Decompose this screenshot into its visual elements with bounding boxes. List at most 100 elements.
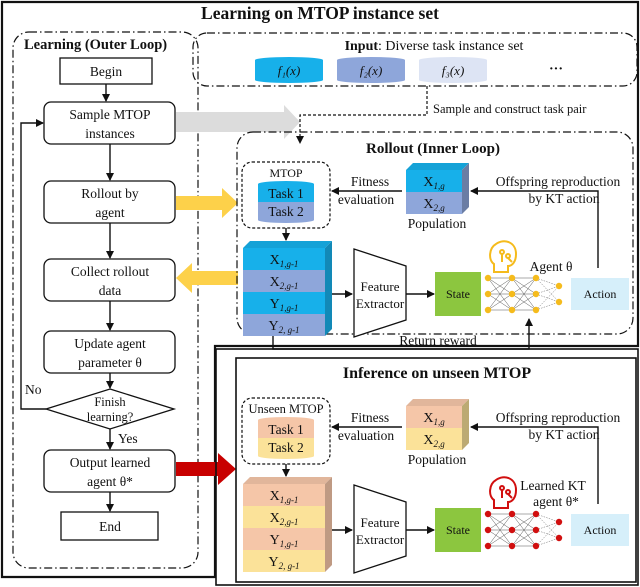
svg-text:Task 1: Task 1 — [268, 422, 303, 437]
no-loop-arrow — [20, 119, 46, 410]
network-node — [532, 542, 540, 550]
sample-note: Sample and construct task pair — [433, 102, 587, 116]
svg-text:f₁(x): f₁(x) — [278, 63, 301, 78]
task-instance-3: f₃(x) — [419, 57, 487, 83]
network-node — [484, 510, 492, 518]
svg-text:Task 2: Task 2 — [268, 204, 303, 219]
agent-network — [484, 274, 563, 314]
svg-text:Finish: Finish — [94, 395, 126, 409]
svg-text:Extractor: Extractor — [356, 296, 405, 311]
fitness-label: evaluation — [338, 192, 394, 207]
network-node — [484, 290, 492, 298]
svg-text:instances: instances — [85, 126, 135, 141]
svg-text:parameter θ: parameter θ — [78, 355, 142, 370]
svg-text:f₂(x): f₂(x) — [360, 63, 383, 78]
input-ellipsis: ··· — [549, 62, 563, 77]
svg-text:learning?: learning? — [87, 410, 134, 424]
svg-text:Task 1: Task 1 — [268, 186, 303, 201]
svg-text:Sample MTOP: Sample MTOP — [69, 107, 150, 122]
population-cube: X1,gX2,g — [406, 399, 469, 450]
reward-label: Return reward — [399, 333, 477, 348]
offspring-label: by KT action — [529, 191, 600, 206]
network-node — [484, 526, 492, 534]
fitness-label: Fitness — [351, 410, 389, 425]
solution-stack: X1,g-1X2,g-1Y1,g-1Y2, g-1 — [243, 477, 332, 572]
flow-decision: Finish learning? — [43, 388, 177, 430]
outer-loop-title: Learning (Outer Loop) — [24, 37, 167, 53]
agent-network — [484, 510, 563, 550]
gray-arrow — [176, 105, 300, 139]
fitness-label: Fitness — [351, 174, 389, 189]
offspring-label: by KT action — [529, 427, 600, 442]
population-label: Population — [408, 452, 467, 467]
svg-text:Update agent: Update agent — [74, 336, 146, 351]
flow-output: Output learned agent θ* — [43, 449, 176, 493]
network-node — [555, 298, 563, 306]
network-node — [555, 518, 563, 526]
inference-title: Inference on unseen MTOP — [343, 365, 532, 382]
population-label: Population — [408, 216, 467, 231]
svg-text:State: State — [446, 287, 470, 301]
network-node — [532, 526, 540, 534]
flow-end: End — [60, 511, 159, 541]
ai-head-icon — [489, 476, 518, 509]
task-instance-2: f₂(x) — [337, 57, 405, 83]
no-label: No — [25, 382, 42, 397]
svg-text:agent θ*: agent θ* — [87, 474, 133, 489]
yes-label: Yes — [118, 431, 138, 446]
offspring-label: Offspring reproduction — [496, 410, 621, 425]
fitness-label: evaluation — [338, 428, 394, 443]
svg-text:Action: Action — [584, 287, 617, 301]
flow-begin: Begin — [59, 57, 153, 85]
network-node — [508, 510, 516, 518]
svg-text:f₃(x): f₃(x) — [442, 63, 465, 78]
network-node — [508, 542, 516, 550]
inference-content: Unseen MTOP Task 1 Task 2 Fitness evaluation… — [241, 397, 629, 574]
svg-text:Collect rollout: Collect rollout — [71, 264, 150, 279]
network-node — [532, 306, 540, 314]
sample-dashed-arrow — [296, 86, 428, 144]
agent-label: Agent θ — [530, 259, 573, 274]
network-node — [484, 306, 492, 314]
svg-text:Begin: Begin — [90, 64, 122, 79]
flow-rollout: Rollout by agent — [43, 180, 176, 224]
population-cube: X1,gX2,g — [406, 163, 469, 214]
flow-sample: Sample MTOP instances — [43, 101, 176, 145]
svg-text:Feature: Feature — [361, 515, 400, 530]
network-node — [508, 274, 516, 282]
ai-head-icon — [489, 240, 518, 273]
svg-text:data: data — [99, 283, 122, 298]
flow-update: Update agent parameter θ — [43, 330, 176, 374]
task-instance-1: f₁(x) — [255, 57, 323, 83]
network-node — [532, 290, 540, 298]
rollout-content: MTOP Task 1 Task 2 Fitness evaluation X1,gX2,… — [241, 161, 629, 350]
rollout-title: Rollout (Inner Loop) — [366, 141, 500, 157]
network-node — [484, 542, 492, 550]
flow-collect: Collect rollout data — [43, 258, 176, 302]
offspring-label: Offspring reproduction — [496, 174, 621, 189]
yellow-arrow-right — [176, 188, 238, 218]
svg-text:Action: Action — [584, 523, 617, 537]
yellow-arrow-left — [176, 263, 238, 293]
network-node — [484, 274, 492, 282]
task-pair-cylinder: Task 1 Task 2 — [258, 181, 314, 223]
svg-text:agent: agent — [95, 205, 124, 220]
input-title: Input: Diverse task instance set — [345, 39, 524, 54]
svg-text:Rollout by: Rollout by — [81, 186, 139, 201]
solution-stack: X1,g-1X2,g-1Y1,g-1Y2, g-1 — [243, 241, 332, 336]
network-node — [555, 282, 563, 290]
network-node — [532, 510, 540, 518]
svg-text:Feature: Feature — [361, 279, 400, 294]
network-node — [508, 526, 516, 534]
network-node — [555, 534, 563, 542]
svg-text:Task 2: Task 2 — [268, 440, 303, 455]
network-node — [532, 274, 540, 282]
svg-text:State: State — [446, 523, 470, 537]
mtop-label: MTOP — [269, 166, 302, 180]
agent-label: Learned KT — [520, 478, 586, 493]
network-node — [508, 290, 516, 298]
svg-text:End: End — [99, 519, 121, 534]
red-arrow — [176, 453, 236, 485]
task-pair-cylinder: Task 1 Task 2 — [258, 417, 314, 459]
mtop-label: Unseen MTOP — [248, 402, 323, 416]
